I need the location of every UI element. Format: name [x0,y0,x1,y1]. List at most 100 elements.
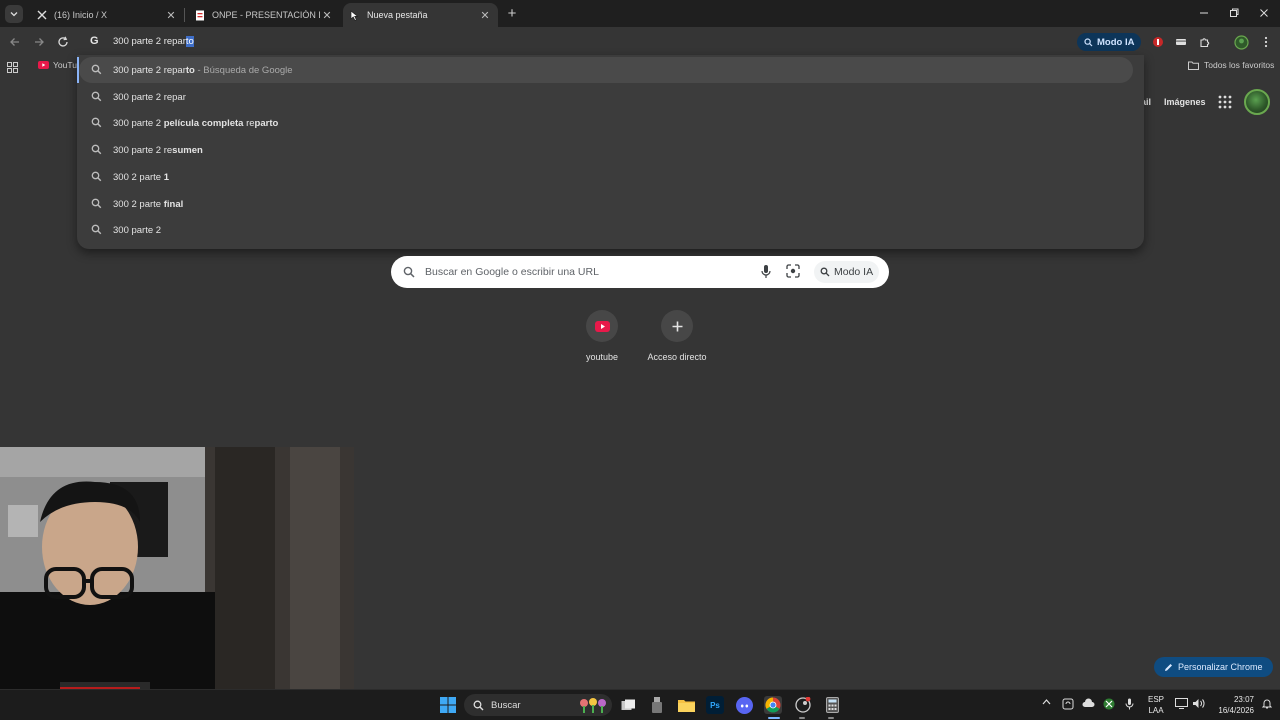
shortcut-add[interactable]: Acceso directo [642,310,712,362]
suggestion-item[interactable]: 300 2 parte 1 [79,164,1133,190]
onpe-doc-icon [194,9,206,21]
shortcut-youtube[interactable]: youtube [567,310,637,362]
suggestion-text: 300 parte 2 repar [113,91,186,103]
suggestion-item[interactable]: 300 parte 2 reparto - Búsqueda de Google [79,57,1133,83]
search-icon [91,198,103,210]
calculator-icon[interactable] [823,696,841,714]
arrow-right-icon [35,38,44,46]
all-bookmarks-button[interactable]: Todos los favoritos [1188,60,1274,70]
app-usb-icon[interactable] [648,696,666,714]
suggestion-text: 300 2 parte 1 [113,171,170,183]
ai-search-icon [1084,37,1093,46]
chrome-tab-icon [349,9,361,21]
suggestion-item[interactable]: 300 parte 2 resumen [79,137,1133,163]
google-g-icon: G [90,35,99,47]
search-icon [91,64,103,76]
suggestion-item[interactable]: 300 parte 2 repar [79,84,1133,110]
apps-grid-icon[interactable] [7,60,18,78]
forward-button[interactable] [30,33,48,51]
microphone-icon[interactable] [760,264,772,284]
ntp-search-box[interactable]: Buscar en Google o escribir una URL Modo… [391,256,889,288]
chevron-up-icon[interactable] [1042,698,1051,708]
shortcut-label: youtube [585,352,619,362]
tab-strip: (16) Inicio / X ✕ ONPE - PRESENTACIÓN DE… [0,0,1280,27]
pencil-icon [1165,663,1172,671]
extension-red-icon[interactable] [1150,34,1166,50]
shortcut-tile [661,310,693,342]
reload-icon [58,36,68,47]
cloud-tray-icon[interactable] [1082,698,1095,710]
google-apps-icon[interactable] [1218,95,1232,109]
new-tab-button[interactable]: + [504,5,520,22]
task-view-icon[interactable] [619,696,637,714]
suggestion-text: 300 parte 2 película completa reparto [113,118,279,130]
chevron-down-icon [10,12,18,17]
chrome-icon[interactable] [764,696,782,714]
reload-button[interactable] [54,33,72,51]
omnibox-autocomplete-selection: to [185,36,194,47]
close-icon[interactable]: ✕ [478,8,492,22]
back-button[interactable] [6,33,24,51]
minimize-button[interactable] [1196,5,1212,21]
file-explorer-icon[interactable] [677,696,695,714]
google-lens-icon[interactable] [786,264,800,283]
kebab-menu-icon[interactable] [1258,34,1274,50]
youtube-icon [594,320,610,332]
tab-onpe[interactable]: ONPE - PRESENTACIÓN DE RESULTADOS ✕ [190,3,338,27]
keyboard-layout: LAA [1148,706,1164,715]
taskbar-search[interactable]: Buscar [464,694,612,716]
microphone-tray-icon[interactable] [1125,698,1134,712]
tab-x[interactable]: (16) Inicio / X ✕ [32,3,182,27]
search-placeholder: Buscar en Google o escribir una URL [425,266,599,278]
ntp-modo-ia-label: Modo IA [834,266,874,278]
modo-ia-label: Modo IA [1097,36,1135,48]
shortcut-label: Acceso directo [647,352,707,362]
all-bookmarks-label: Todos los favoritos [1204,60,1275,70]
search-icon [91,91,103,103]
close-icon[interactable]: ✕ [164,8,178,22]
xbox-tray-icon[interactable] [1103,698,1115,712]
input-language-indicator[interactable]: ESP LAA [1148,694,1164,716]
toolbar: G 300 parte 2 reparto Modo IA [0,27,1280,57]
volume-tray-icon[interactable] [1192,698,1205,711]
suggestion-item[interactable]: 300 parte 2 película completa reparto [79,110,1133,136]
tab-new-tab[interactable]: Nueva pestaña ✕ [343,3,498,27]
tab-search-button[interactable] [5,5,23,23]
extension-card-icon[interactable] [1173,34,1189,50]
close-window-button[interactable] [1256,5,1272,21]
photoshop-icon[interactable]: Ps [706,696,724,714]
plus-icon [672,321,682,331]
restore-button[interactable] [1226,5,1242,21]
modo-ia-button[interactable]: Modo IA [1077,33,1142,51]
app-running-indicator [828,717,834,719]
taskbar-clock[interactable]: 23:07 16/4/2026 [1210,694,1254,716]
app-running-indicator [799,717,805,719]
suggestion-item[interactable]: 300 parte 2 [79,217,1133,243]
webcam-overlay [0,447,354,689]
app-steam-icon[interactable] [794,696,812,714]
suggestion-text: 300 parte 2 reparto - Búsqueda de Google [113,65,293,76]
extensions-puzzle-icon[interactable] [1197,34,1213,50]
omnibox-input[interactable]: 300 parte 2 reparto [113,36,194,47]
suggestion-suffix: - Búsqueda de Google [194,65,293,76]
dropdown-focus-accent [77,57,79,83]
taskbar-search-label: Buscar [491,699,521,711]
network-tray-icon[interactable] [1175,698,1188,711]
folder-icon [1188,61,1199,70]
clock-time: 23:07 [1233,695,1254,704]
search-icon [91,171,103,183]
suggestion-item[interactable]: 300 2 parte final [79,191,1133,217]
search-icon [91,144,103,156]
chrome-active-indicator [768,717,780,719]
profile-avatar[interactable] [1233,34,1249,50]
sync-tray-icon[interactable] [1062,698,1074,712]
windows-start-icon[interactable] [439,696,457,714]
google-account-avatar[interactable] [1244,89,1270,115]
ntp-modo-ia-button[interactable]: Modo IA [814,261,880,283]
close-icon[interactable]: ✕ [320,8,334,22]
discord-icon[interactable] [735,696,753,714]
ai-search-icon [820,267,830,277]
customize-chrome-button[interactable]: Personalizar Chrome [1154,657,1273,677]
notification-bell-icon[interactable] [1261,698,1273,711]
images-link[interactable]: Imágenes [1164,97,1206,107]
